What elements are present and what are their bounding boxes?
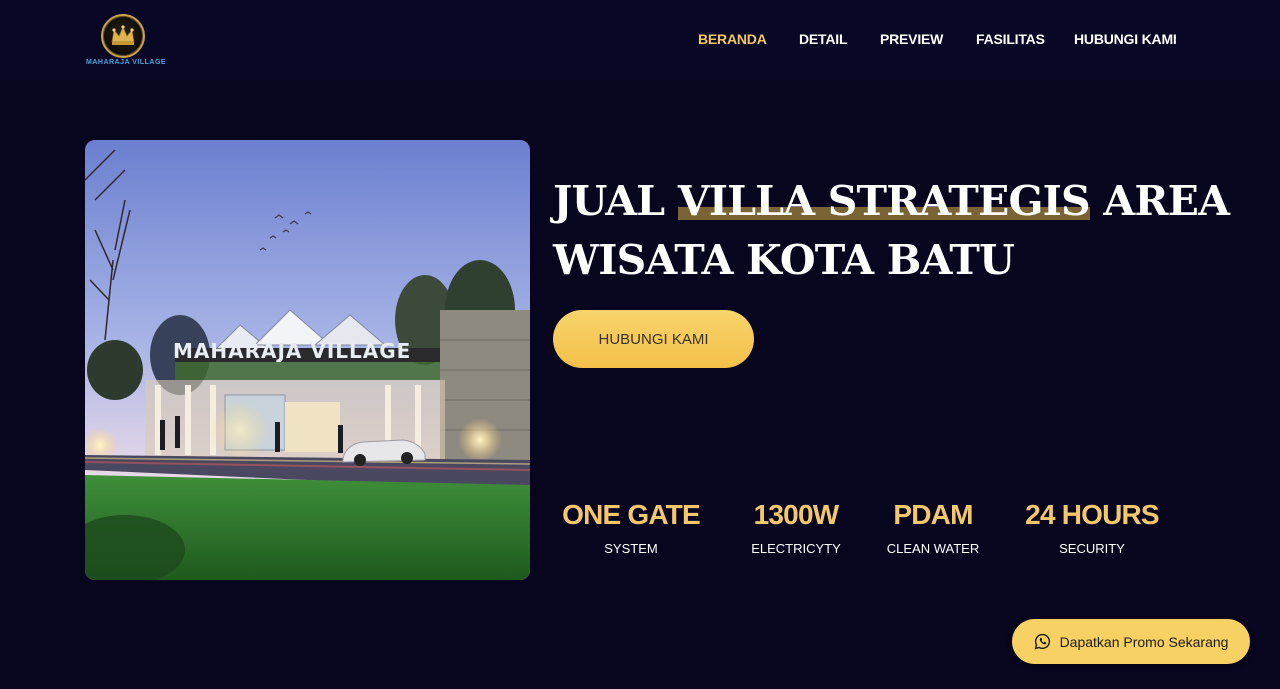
hero-sign-text: MAHARAJA VILLAGE [173,339,411,363]
feature-one-gate: ONE GATE SYSTEM [561,498,701,557]
feature-value: ONE GATE [562,499,701,530]
hero-heading-part1: JUAL [553,177,678,225]
nav-item-fasilitas[interactable]: FASILITAS [976,31,1045,47]
feature-security: 24 HOURS SECURITY [1020,498,1164,557]
hero-heading-highlight: VILLA STRATEGIS [677,177,1091,225]
nav-item-detail[interactable]: DETAIL [799,31,848,47]
feature-electricity: 1300W ELECTRICYTY [740,498,852,557]
nav-item-beranda[interactable]: BERANDA [698,31,767,47]
logo-text: MAHARAJA VILLAGE [86,59,167,66]
whatsapp-icon [1034,633,1051,650]
feature-pdam: PDAM CLEAN WATER [878,498,988,557]
feature-label: SYSTEM [604,541,658,556]
nav-item-preview[interactable]: PREVIEW [880,31,943,47]
feature-value: 1300W [753,499,840,530]
hero-image: MAHARAJA VILLAGE [85,140,530,580]
promo-label: Dapatkan Promo Sekarang [1059,633,1229,650]
feature-label: SECURITY [1059,541,1125,556]
site-header: MAHARAJA VILLAGE BERANDA DETAIL PREVIEW … [0,0,1280,80]
feature-label: CLEAN WATER [886,541,980,556]
nav-item-hubungi-kami[interactable]: HUBUNGI KAMI [1074,31,1177,47]
hubungi-kami-button[interactable]: HUBUNGI KAMI [553,310,754,368]
main-nav: BERANDA DETAIL PREVIEW FASILITAS HUBUNGI… [0,31,1280,51]
feature-label: ELECTRICYTY [751,541,841,556]
feature-value: 24 HOURS [1025,499,1159,530]
feature-value: PDAM [893,499,973,530]
hero-heading: JUAL VILLA STRATEGIS AREA WISATA KOTA BA… [553,172,1253,290]
promo-button[interactable]: Dapatkan Promo Sekarang [1012,619,1250,664]
